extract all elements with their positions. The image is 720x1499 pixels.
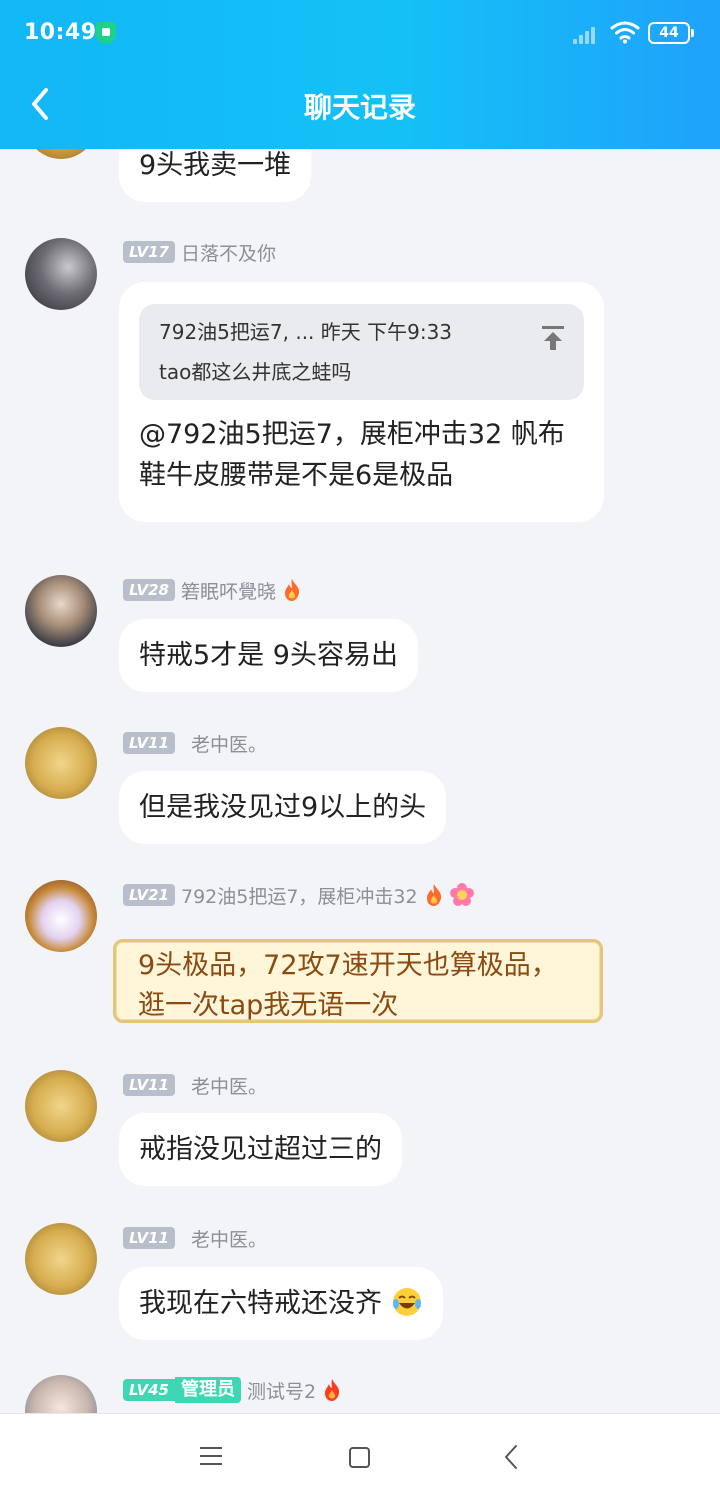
signal-icon <box>573 24 601 44</box>
level-badge: LV45 <box>123 1379 175 1401</box>
system-nav-bar <box>0 1413 720 1499</box>
level-badge: LV28 <box>123 579 175 601</box>
wifi-icon <box>610 21 640 44</box>
level-badge: LV21 <box>123 884 175 906</box>
message-text: 我现在六特戒还没齐 <box>139 1288 382 1319</box>
level-badge: LV11 <box>123 1227 175 1249</box>
quoted-message[interactable]: 792油5把运7, ... 昨天 下午9:33 tao都这么井底之蛙吗 <box>139 304 584 400</box>
quote-text: tao都这么井底之蛙吗 <box>159 360 352 384</box>
avatar[interactable] <box>25 1070 97 1142</box>
fire-icon <box>285 579 300 601</box>
avatar[interactable] <box>25 1223 97 1295</box>
admin-badge: 管理员 <box>174 1377 241 1403</box>
status-time: 10:49 <box>24 20 97 45</box>
battery-indicator: 44 <box>648 22 694 44</box>
avatar[interactable] <box>25 238 97 310</box>
avatar[interactable] <box>25 575 97 647</box>
vip-message-bubble[interactable]: 9头极品，72攻7速开天也算极品，逛一次tap我无语一次 <box>113 939 603 1023</box>
message-bubble[interactable]: 9头我卖一堆 <box>119 149 312 202</box>
message-bubble[interactable]: 我现在六特戒还没齐 <box>119 1267 443 1340</box>
message-meta: LV45 管理员 测试号2 <box>123 1377 342 1403</box>
flower-icon <box>449 883 474 906</box>
recent-apps-button[interactable] <box>200 1447 222 1465</box>
fire-icon <box>325 1379 340 1401</box>
shield-icon <box>96 22 116 44</box>
quote-header: 792油5把运7, ... 昨天 下午9:33 <box>159 320 453 344</box>
message-bubble[interactable]: 但是我没见过9以上的头 <box>119 771 447 844</box>
message-meta: LV11 老中医。 <box>123 1225 267 1251</box>
message-meta: LV17 日落不及你 <box>123 239 276 265</box>
system-back-icon[interactable] <box>503 1444 519 1470</box>
avatar[interactable] <box>25 880 97 952</box>
message-meta: LV28 箬眠吥覺晓 <box>123 577 302 603</box>
level-badge: LV11 <box>123 732 175 754</box>
nickname[interactable]: 箬眠吥覺晓 <box>181 577 276 604</box>
message-bubble[interactable]: 特戒5才是 9头容易出 <box>119 619 418 692</box>
nickname[interactable]: 老中医。 <box>191 730 267 757</box>
jump-to-top-icon[interactable] <box>540 324 566 352</box>
nickname[interactable]: 老中医。 <box>191 1072 267 1099</box>
message-meta: LV11 老中医。 <box>123 1072 267 1098</box>
nickname[interactable]: 老中医。 <box>191 1225 267 1252</box>
nickname[interactable]: 日落不及你 <box>181 239 276 266</box>
page-title: 聊天记录 <box>303 91 416 124</box>
avatar[interactable] <box>25 149 97 159</box>
chat-history-screen: 10:49 44 聊天记录 9头我卖一堆 LV17 日落不及你 792油5把运7… <box>0 0 720 1499</box>
nickname[interactable]: 792油5把运7，展柜冲击32 <box>181 882 418 909</box>
nickname[interactable]: 测试号2 <box>247 1377 316 1404</box>
avatar[interactable] <box>25 727 97 799</box>
message-meta: LV11 老中医。 <box>123 730 267 756</box>
message-meta: LV21 792油5把运7，展柜冲击32 <box>123 882 474 908</box>
status-bar: 10:49 44 <box>0 0 720 66</box>
top-bar: 10:49 44 聊天记录 <box>0 0 720 149</box>
level-badge: LV11 <box>123 1074 175 1096</box>
avatar[interactable] <box>25 1375 97 1413</box>
level-badge: LV17 <box>123 241 175 263</box>
home-button[interactable] <box>349 1447 370 1468</box>
message-bubble[interactable]: 戒指没见过超过三的 <box>119 1113 402 1186</box>
fire-icon <box>426 884 441 906</box>
message-text: @792油5把运7，展柜冲击32 帆布鞋牛皮腰带是不是6是极品 <box>139 419 565 491</box>
crying-laughing-emoji-icon <box>392 1288 421 1316</box>
message-bubble[interactable]: 792油5把运7, ... 昨天 下午9:33 tao都这么井底之蛙吗 @792… <box>119 282 604 522</box>
message-list[interactable]: 9头我卖一堆 LV17 日落不及你 792油5把运7, ... 昨天 下午9:3… <box>0 149 720 1413</box>
